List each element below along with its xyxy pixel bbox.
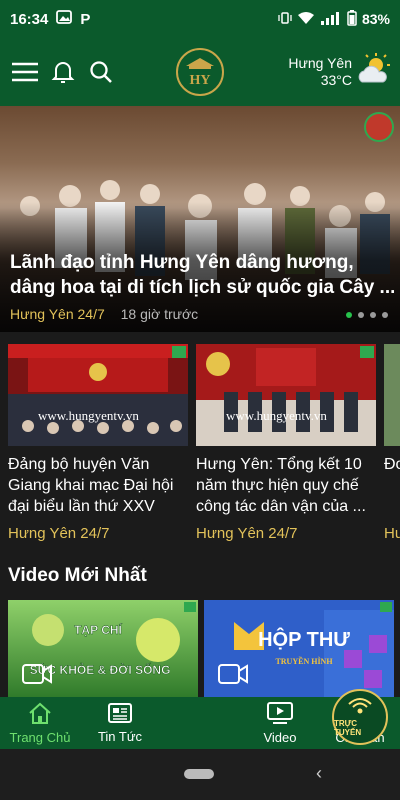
gallery-icon <box>56 9 73 29</box>
newspaper-icon <box>108 702 132 726</box>
hero-source: Hưng Yên 24/7 <box>10 306 105 322</box>
video-list: TẠP CHÍ SỨC KHỎE & ĐỜI SỐNG HỘP THƯ TRUY… <box>0 600 400 698</box>
search-icon[interactable] <box>86 57 116 87</box>
slide-dot[interactable] <box>358 312 364 318</box>
bottom-navigation: Trang Chủ Tin Tức TRỰC TUYẾN Video Cá nh… <box>0 689 400 749</box>
news-card-list: www.hungyentv.vn Đảng bộ huyện Văn Giang… <box>0 344 400 544</box>
thumbnail-watermark: www.hungyentv.vn <box>38 408 139 423</box>
partly-cloudy-icon <box>356 52 392 91</box>
slide-indicator[interactable] <box>346 312 388 318</box>
app-logo[interactable]: HY <box>176 48 224 96</box>
system-navigation-bar: ‹ <box>0 749 400 800</box>
thumbnail-watermark: www.hungyentv.vn <box>226 408 327 423</box>
news-title: Đo... việ... <box>384 456 400 473</box>
weather-widget[interactable]: Hưng Yên 33°C <box>288 52 392 91</box>
bell-icon[interactable] <box>48 57 78 87</box>
channel-badge-icon <box>364 112 394 142</box>
news-card[interactable]: www.hungyentv.vn Hưng Yên: Tổng kết 10 n… <box>196 344 376 542</box>
svg-text:TẠP CHÍ: TẠP CHÍ <box>74 622 122 637</box>
nav-label: Tin Tức <box>97 728 143 744</box>
news-source: Hưng Yên 24/7 <box>8 525 110 542</box>
back-chevron-icon[interactable]: ‹ <box>316 763 322 784</box>
hero-news-slide[interactable]: Lãnh đạo tỉnh Hưng Yên dâng hương, dâng … <box>0 106 400 332</box>
news-title: Hưng Yên: Tổng kết 10 năm thực hiện quy … <box>196 456 366 515</box>
video-icon <box>267 701 293 727</box>
news-thumbnail <box>384 344 400 446</box>
live-button[interactable]: TRỰC TUYẾN <box>332 689 388 745</box>
slide-dot[interactable] <box>370 312 376 318</box>
nav-news[interactable]: Tin Tức <box>80 697 160 749</box>
nav-video[interactable]: Video <box>240 697 320 749</box>
svg-text:HỘP THƯ: HỘP THƯ <box>258 627 350 651</box>
news-thumbnail: www.hungyentv.vn <box>196 344 376 446</box>
section-title-latest-videos: Video Mới Nhất <box>8 565 147 586</box>
weather-temperature: 33°C <box>320 71 352 88</box>
nav-home[interactable]: Trang Chủ <box>0 697 80 749</box>
home-icon <box>28 702 52 727</box>
svg-text:HY: HY <box>190 73 211 88</box>
parking-icon: P <box>80 10 91 28</box>
clock: 16:34 <box>10 10 49 28</box>
hero-meta: Hưng Yên 24/7 18 giờ trước <box>10 306 198 322</box>
video-card[interactable]: HỘP THƯ TRUYỀN HÌNH <box>204 600 394 698</box>
slide-dot[interactable] <box>346 312 352 318</box>
battery-percentage: 83% <box>361 11 390 27</box>
svg-text:TRUYỀN HÌNH: TRUYỀN HÌNH <box>275 656 333 666</box>
home-gesture-pill[interactable] <box>184 769 214 779</box>
hero-time: 18 giờ trước <box>120 306 199 322</box>
battery-icon <box>347 9 357 29</box>
news-title: Đảng bộ huyện Văn Giang khai mạc Đại hội… <box>8 456 174 515</box>
app-header: HY Hưng Yên 33°C <box>0 38 400 106</box>
weather-location: Hưng Yên <box>288 54 352 71</box>
video-card[interactable]: TẠP CHÍ SỨC KHỎE & ĐỜI SỐNG <box>8 600 198 698</box>
nav-label: Video <box>263 729 297 745</box>
news-source: Hư... <box>384 525 400 542</box>
news-thumbnail: www.hungyentv.vn <box>8 344 188 446</box>
wifi-icon <box>297 11 315 28</box>
signal-icon <box>320 11 342 28</box>
news-card[interactable]: www.hungyentv.vn Đảng bộ huyện Văn Giang… <box>8 344 188 542</box>
video-camera-icon <box>218 662 248 686</box>
video-camera-icon <box>22 662 52 686</box>
nav-label: Trang Chủ <box>9 729 71 745</box>
news-card[interactable]: Đo... việ... Hư... <box>384 344 400 542</box>
menu-icon[interactable] <box>10 57 40 87</box>
nav-live[interactable]: TRỰC TUYẾN <box>160 689 388 749</box>
slide-dot[interactable] <box>382 312 388 318</box>
vibrate-icon <box>278 11 292 28</box>
live-label: TRỰC TUYẾN <box>334 719 362 737</box>
hero-title[interactable]: Lãnh đạo tỉnh Hưng Yên dâng hương, dâng … <box>10 250 394 300</box>
news-source: Hưng Yên 24/7 <box>196 525 298 542</box>
live-broadcast-icon <box>347 697 373 718</box>
status-bar: 16:34 P 83% <box>0 0 400 38</box>
